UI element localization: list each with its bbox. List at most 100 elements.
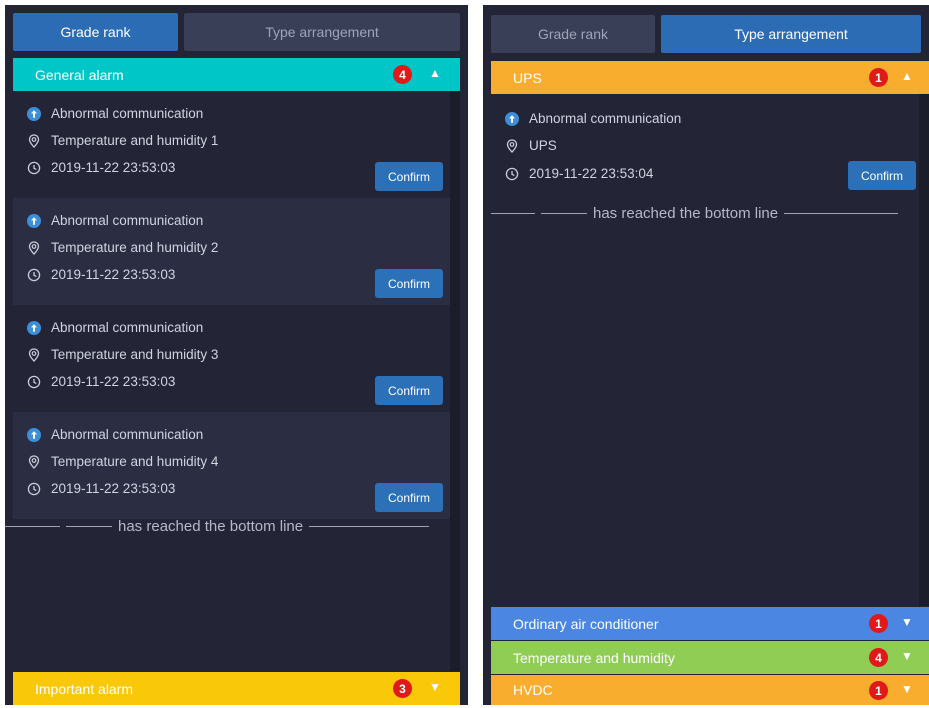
divider <box>491 213 535 214</box>
divider <box>784 213 899 214</box>
ups-alarm-list: Abnormal communication UPS 2019-11-22 23… <box>491 94 917 201</box>
ups-header[interactable]: UPS 1 ▲ <box>491 61 929 94</box>
general-alarm-header[interactable]: General alarm 4 ▲ <box>13 58 460 91</box>
confirm-button[interactable]: Confirm <box>375 162 443 191</box>
confirm-button[interactable]: Confirm <box>375 483 443 512</box>
caret-down-icon[interactable]: ▼ <box>901 682 913 696</box>
alarm-type: Abnormal communication <box>51 106 204 121</box>
alarm-type-row: Abnormal communication <box>27 213 203 228</box>
arrow-up-circle-icon <box>27 427 41 442</box>
divider <box>5 526 60 527</box>
alarm-type-row: Abnormal communication <box>27 320 203 335</box>
alarm-location: UPS <box>529 138 557 153</box>
important-alarm-count-badge: 3 <box>393 679 412 698</box>
scrollbar[interactable] <box>919 94 929 606</box>
alarm-time: 2019-11-22 23:53:04 <box>529 166 654 181</box>
group-label: Ordinary air conditioner <box>513 615 659 632</box>
alarm-type: Abnormal communication <box>51 213 204 228</box>
group-label: UPS <box>513 69 542 86</box>
confirm-button[interactable]: Confirm <box>848 161 916 190</box>
clock-icon <box>27 482 41 496</box>
alarm-location-row: Temperature and humidity 1 <box>27 133 218 148</box>
alarm-location-row: UPS <box>505 138 557 153</box>
alarm-type-row: Abnormal communication <box>505 111 681 126</box>
group-label: Important alarm <box>35 680 134 697</box>
arrow-up-circle-icon <box>27 320 41 335</box>
grade-rank-panel: Grade rank Type arrangement General alar… <box>5 5 468 705</box>
tab-grade-rank[interactable]: Grade rank <box>491 15 655 53</box>
location-pin-icon <box>27 133 41 148</box>
group-label: HVDC <box>513 682 553 698</box>
tab-bar: Grade rank Type arrangement <box>13 13 460 51</box>
alarm-type: Abnormal communication <box>529 111 682 126</box>
tab-type-arrangement[interactable]: Type arrangement <box>184 13 460 51</box>
bottom-line-text: has reached the bottom line <box>593 205 779 222</box>
important-alarm-header[interactable]: Important alarm 3 ▼ <box>13 672 460 705</box>
hvdc-header[interactable]: HVDC 1 ▼ <box>491 675 929 705</box>
alarm-type-row: Abnormal communication <box>27 106 203 121</box>
clock-icon <box>505 167 519 181</box>
group-label: General alarm <box>35 66 124 83</box>
alarm-item: Abnormal communication Temperature and h… <box>13 412 450 519</box>
alarm-item: Abnormal communication UPS 2019-11-22 23… <box>491 94 917 201</box>
bottom-line-notice: has reached the bottom line <box>491 205 899 222</box>
alarm-time-row: 2019-11-22 23:53:03 <box>27 481 175 496</box>
alarm-item: Abnormal communication Temperature and h… <box>13 305 450 412</box>
alarm-time: 2019-11-22 23:53:03 <box>51 160 176 175</box>
alarm-location-row: Temperature and humidity 4 <box>27 454 218 469</box>
ups-count-badge: 1 <box>869 68 888 87</box>
clock-icon <box>27 375 41 389</box>
location-pin-icon <box>27 240 41 255</box>
divider <box>309 526 430 527</box>
location-pin-icon <box>505 138 519 153</box>
scrollbar[interactable] <box>450 91 460 671</box>
bottom-line-text: has reached the bottom line <box>118 518 304 535</box>
arrow-up-circle-icon <box>505 111 519 126</box>
caret-down-icon[interactable]: ▼ <box>901 615 913 629</box>
general-alarm-list: Abnormal communication Temperature and h… <box>13 91 450 519</box>
alarm-location-row: Temperature and humidity 3 <box>27 347 218 362</box>
alarm-item: Abnormal communication Temperature and h… <box>13 91 450 198</box>
clock-icon <box>27 268 41 282</box>
alarm-time-row: 2019-11-22 23:53:04 <box>505 166 653 181</box>
alarm-type-row: Abnormal communication <box>27 427 203 442</box>
caret-down-icon[interactable]: ▼ <box>901 649 913 663</box>
temperature-humidity-count-badge: 4 <box>869 648 888 667</box>
group-label: Temperature and humidity <box>513 649 675 666</box>
tab-type-arrangement[interactable]: Type arrangement <box>661 15 921 53</box>
temperature-humidity-header[interactable]: Temperature and humidity 4 ▼ <box>491 641 929 674</box>
type-arrangement-panel: Grade rank Type arrangement UPS 1 ▲ Abno… <box>483 5 929 705</box>
arrow-up-circle-icon <box>27 106 41 121</box>
tab-grade-rank[interactable]: Grade rank <box>13 13 178 51</box>
alarm-location: Temperature and humidity 2 <box>51 240 219 255</box>
tab-bar: Grade rank Type arrangement <box>491 15 921 53</box>
alarm-time-row: 2019-11-22 23:53:03 <box>27 160 175 175</box>
alarm-time-row: 2019-11-22 23:53:03 <box>27 374 175 389</box>
confirm-button[interactable]: Confirm <box>375 269 443 298</box>
alarm-type: Abnormal communication <box>51 427 204 442</box>
alarm-location: Temperature and humidity 4 <box>51 454 219 469</box>
general-alarm-count-badge: 4 <box>393 65 412 84</box>
location-pin-icon <box>27 347 41 362</box>
alarm-type: Abnormal communication <box>51 320 204 335</box>
caret-up-icon[interactable]: ▲ <box>429 66 441 80</box>
alarm-item: Abnormal communication Temperature and h… <box>13 198 450 305</box>
clock-icon <box>27 161 41 175</box>
alarm-location-row: Temperature and humidity 2 <box>27 240 218 255</box>
arrow-up-circle-icon <box>27 213 41 228</box>
alarm-time: 2019-11-22 23:53:03 <box>51 267 176 282</box>
ordinary-air-conditioner-header[interactable]: Ordinary air conditioner 1 ▼ <box>491 607 929 640</box>
ordinary-air-count-badge: 1 <box>869 614 888 633</box>
bottom-line-notice: has reached the bottom line <box>5 518 430 535</box>
alarm-time-row: 2019-11-22 23:53:03 <box>27 267 175 282</box>
divider <box>66 526 112 527</box>
divider <box>541 213 587 214</box>
alarm-location: Temperature and humidity 3 <box>51 347 219 362</box>
confirm-button[interactable]: Confirm <box>375 376 443 405</box>
caret-up-icon[interactable]: ▲ <box>901 69 913 83</box>
location-pin-icon <box>27 454 41 469</box>
alarm-time: 2019-11-22 23:53:03 <box>51 481 176 496</box>
alarm-time: 2019-11-22 23:53:03 <box>51 374 176 389</box>
caret-down-icon[interactable]: ▼ <box>429 680 441 694</box>
alarm-location: Temperature and humidity 1 <box>51 133 219 148</box>
